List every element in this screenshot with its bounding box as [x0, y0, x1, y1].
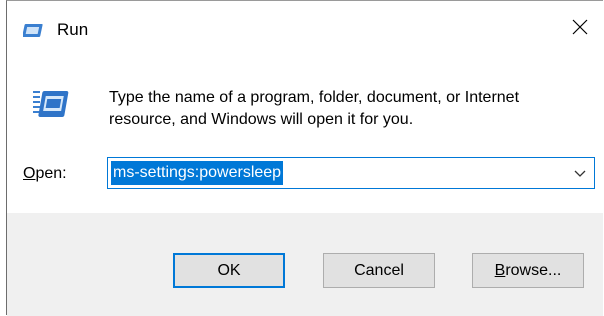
browse-label: rowse...	[505, 261, 562, 279]
browse-button[interactable]: Browse...	[472, 253, 584, 288]
browse-accelerator: B	[494, 261, 506, 279]
run-program-icon	[31, 89, 71, 121]
dropdown-button[interactable]	[570, 164, 590, 184]
open-label-accelerator: O	[23, 165, 36, 182]
open-label: Open:	[23, 165, 67, 183]
open-combobox[interactable]: ms-settings:powersleep	[107, 157, 595, 189]
run-icon	[22, 23, 45, 39]
ok-button[interactable]: OK	[173, 253, 285, 288]
dialog-description: Type the name of a program, folder, docu…	[109, 89, 520, 128]
open-label-text: pen:	[35, 165, 67, 182]
title-bar[interactable]: Run	[7, 1, 603, 57]
chevron-down-icon	[574, 165, 586, 183]
close-icon	[572, 19, 588, 40]
close-button[interactable]	[557, 1, 603, 57]
window-title: Run	[57, 20, 89, 39]
open-input[interactable]: ms-settings:powersleep	[111, 161, 284, 185]
cancel-button[interactable]: Cancel	[323, 253, 435, 288]
